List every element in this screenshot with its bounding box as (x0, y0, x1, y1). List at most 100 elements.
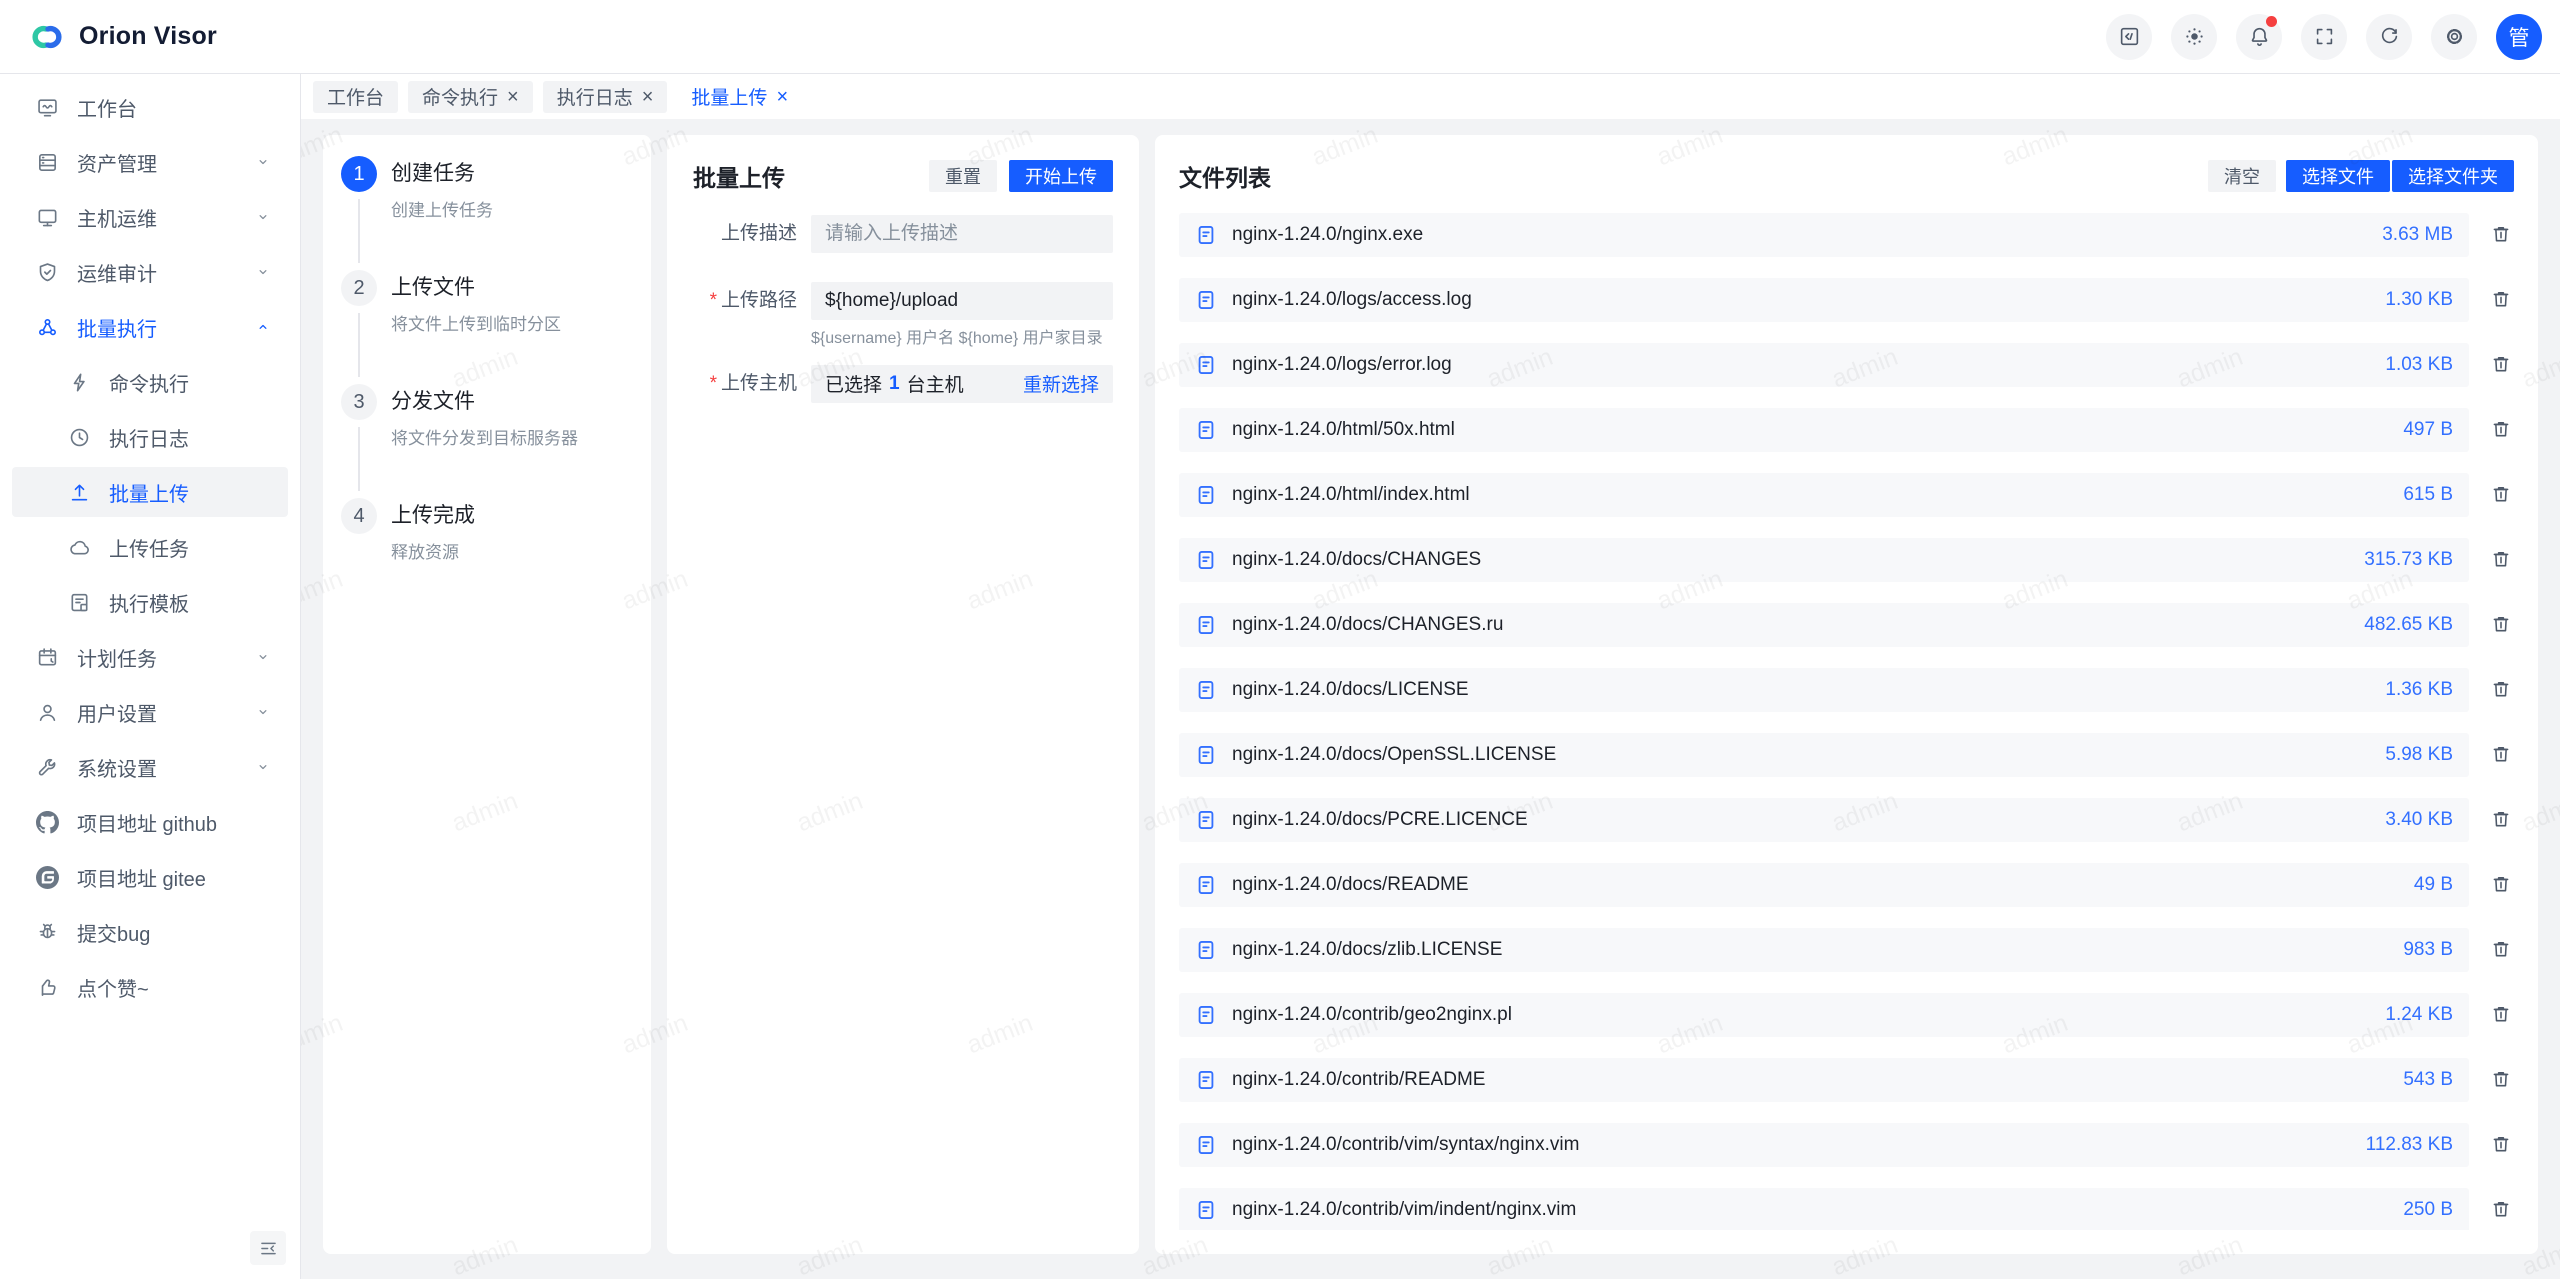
sidebar-item-计划任务[interactable]: 计划任务 (12, 632, 288, 682)
trash-icon (2490, 288, 2512, 310)
chevron-down-icon (254, 703, 272, 721)
delete-file-button[interactable] (2488, 222, 2514, 248)
delete-file-button[interactable] (2488, 677, 2514, 703)
sidebar-item-上传任务[interactable]: 上传任务 (12, 522, 288, 572)
trash-icon (2490, 1003, 2512, 1025)
sidebar: 工作台 资产管理 主机运维 运维审计 批量执行 命令执行 执行日志 批量上传 上… (0, 74, 301, 1279)
delete-file-button[interactable] (2488, 352, 2514, 378)
delete-file-button[interactable] (2488, 417, 2514, 443)
delete-file-button[interactable] (2488, 742, 2514, 768)
close-icon[interactable]: × (507, 87, 519, 107)
sidebar-item-执行日志[interactable]: 执行日志 (12, 412, 288, 462)
sidebar-item-工作台[interactable]: 工作台 (12, 82, 288, 132)
upload-description-input[interactable] (811, 215, 1113, 253)
step-description: 将文件上传到临时分区 (391, 315, 561, 334)
upload-form-panel: 批量上传 重置 开始上传 上传描述 请输入上传描述 * 上传路径 ${home}… (667, 135, 1139, 1254)
sidebar-item-点个赞~[interactable]: 点个赞~ (12, 962, 288, 1012)
sidebar-item-提交bug[interactable]: 提交bug (12, 907, 288, 957)
code-square-icon-button[interactable] (2106, 13, 2152, 60)
delete-file-button[interactable] (2488, 612, 2514, 638)
file-list: nginx-1.24.0/nginx.exe 3.63 MB nginx-1.2… (1179, 213, 2514, 1230)
delete-file-button[interactable] (2488, 482, 2514, 508)
sidebar-item-主机运维[interactable]: 主机运维 (12, 192, 288, 242)
file-size: 112.83 KB (2365, 1134, 2453, 1155)
file-name: nginx-1.24.0/contrib/geo2nginx.pl (1232, 1004, 1512, 1025)
close-icon[interactable]: × (776, 87, 788, 107)
step-description: 创建上传任务 (391, 201, 493, 220)
field-label: 上传描述 (720, 223, 797, 244)
sidebar-item-项目地址 gitee[interactable]: 项目地址 gitee (12, 852, 288, 902)
file-size: 3.40 KB (2385, 809, 2453, 830)
delete-file-button[interactable] (2488, 1067, 2514, 1093)
notification-badge (2266, 15, 2277, 27)
delete-file-button[interactable] (2488, 1002, 2514, 1028)
upload-path-input[interactable] (811, 282, 1113, 320)
step-number: 3 (341, 384, 377, 420)
sidebar-item-用户设置[interactable]: 用户设置 (12, 687, 288, 737)
template-icon (68, 591, 91, 614)
reset-button[interactable]: 重置 (929, 160, 997, 192)
avatar[interactable]: 管 (2496, 13, 2542, 60)
hosts-selected-count: 1 (889, 372, 900, 394)
step-title: 上传完成 (391, 504, 475, 527)
tab-工作台[interactable]: 工作台 (313, 80, 399, 113)
clear-files-button[interactable]: 清空 (2208, 160, 2276, 192)
trash-icon (2490, 743, 2512, 765)
panel-title: 批量上传 (693, 165, 785, 191)
sidebar-item-运维审计[interactable]: 运维审计 (12, 247, 288, 297)
trash-icon (2490, 678, 2512, 700)
sidebar-item-资产管理[interactable]: 资产管理 (12, 137, 288, 187)
settings-icon (2443, 25, 2466, 48)
batch-exec-icon (36, 316, 59, 339)
notification-icon (2248, 25, 2271, 48)
file-icon (1195, 874, 1217, 896)
sidebar-collapse-button[interactable] (250, 1231, 286, 1265)
select-folder-button[interactable]: 选择文件夹 (2392, 160, 2514, 192)
settings-icon-button[interactable] (2431, 13, 2477, 60)
file-size: 543 B (2403, 1069, 2453, 1090)
sidebar-item-批量上传[interactable]: 批量上传 (12, 467, 288, 517)
file-name: nginx-1.24.0/nginx.exe (1232, 224, 1424, 245)
notification-icon-button[interactable] (2236, 13, 2282, 60)
delete-file-button[interactable] (2488, 807, 2514, 833)
file-name: nginx-1.24.0/docs/OpenSSL.LICENSE (1232, 744, 1557, 765)
app-logo: Orion Visor (26, 16, 217, 58)
delete-file-button[interactable] (2488, 547, 2514, 573)
sidebar-item-命令执行[interactable]: 命令执行 (12, 357, 288, 407)
theme-icon-button[interactable] (2171, 13, 2217, 60)
file-row: nginx-1.24.0/docs/zlib.LICENSE 983 B (1179, 928, 2514, 972)
github-icon (36, 810, 59, 834)
theme-icon (2183, 25, 2206, 48)
tab-命令执行[interactable]: 命令执行 × (408, 80, 533, 113)
start-upload-button[interactable]: 开始上传 (1009, 160, 1113, 192)
delete-file-button[interactable] (2488, 1132, 2514, 1158)
delete-file-button[interactable] (2488, 1197, 2514, 1223)
sidebar-item-批量执行[interactable]: 批量执行 (12, 302, 288, 352)
hosts-selected-suffix: 台主机 (906, 375, 964, 397)
file-size: 497 B (2403, 419, 2453, 440)
field-label: 上传主机 (693, 365, 811, 403)
tab-执行日志[interactable]: 执行日志 × (542, 80, 668, 113)
step-number: 4 (341, 498, 377, 534)
delete-file-button[interactable] (2488, 872, 2514, 898)
file-icon (1195, 1069, 1217, 1091)
sidebar-item-执行模板[interactable]: 执行模板 (12, 577, 288, 627)
trash-icon (2490, 223, 2512, 245)
step-number: 2 (341, 270, 377, 306)
select-file-button[interactable]: 选择文件 (2286, 160, 2390, 192)
file-icon (1195, 1199, 1217, 1221)
tab-批量上传[interactable]: 批量上传 × (677, 80, 803, 113)
refresh-icon (2378, 25, 2401, 48)
delete-file-button[interactable] (2488, 287, 2514, 313)
menu-fold-icon (258, 1238, 279, 1259)
file-row: nginx-1.24.0/docs/OpenSSL.LICENSE 5.98 K… (1179, 733, 2514, 777)
refresh-icon-button[interactable] (2366, 13, 2412, 60)
close-icon[interactable]: × (642, 87, 654, 107)
fullscreen-icon-button[interactable] (2301, 13, 2347, 60)
reselect-hosts-link[interactable]: 重新选择 (1023, 370, 1099, 397)
chevron-down-icon (254, 208, 272, 226)
delete-file-button[interactable] (2488, 937, 2514, 963)
step-number: 1 (341, 156, 377, 192)
sidebar-item-项目地址 github[interactable]: 项目地址 github (12, 797, 288, 847)
sidebar-item-系统设置[interactable]: 系统设置 (12, 742, 288, 792)
